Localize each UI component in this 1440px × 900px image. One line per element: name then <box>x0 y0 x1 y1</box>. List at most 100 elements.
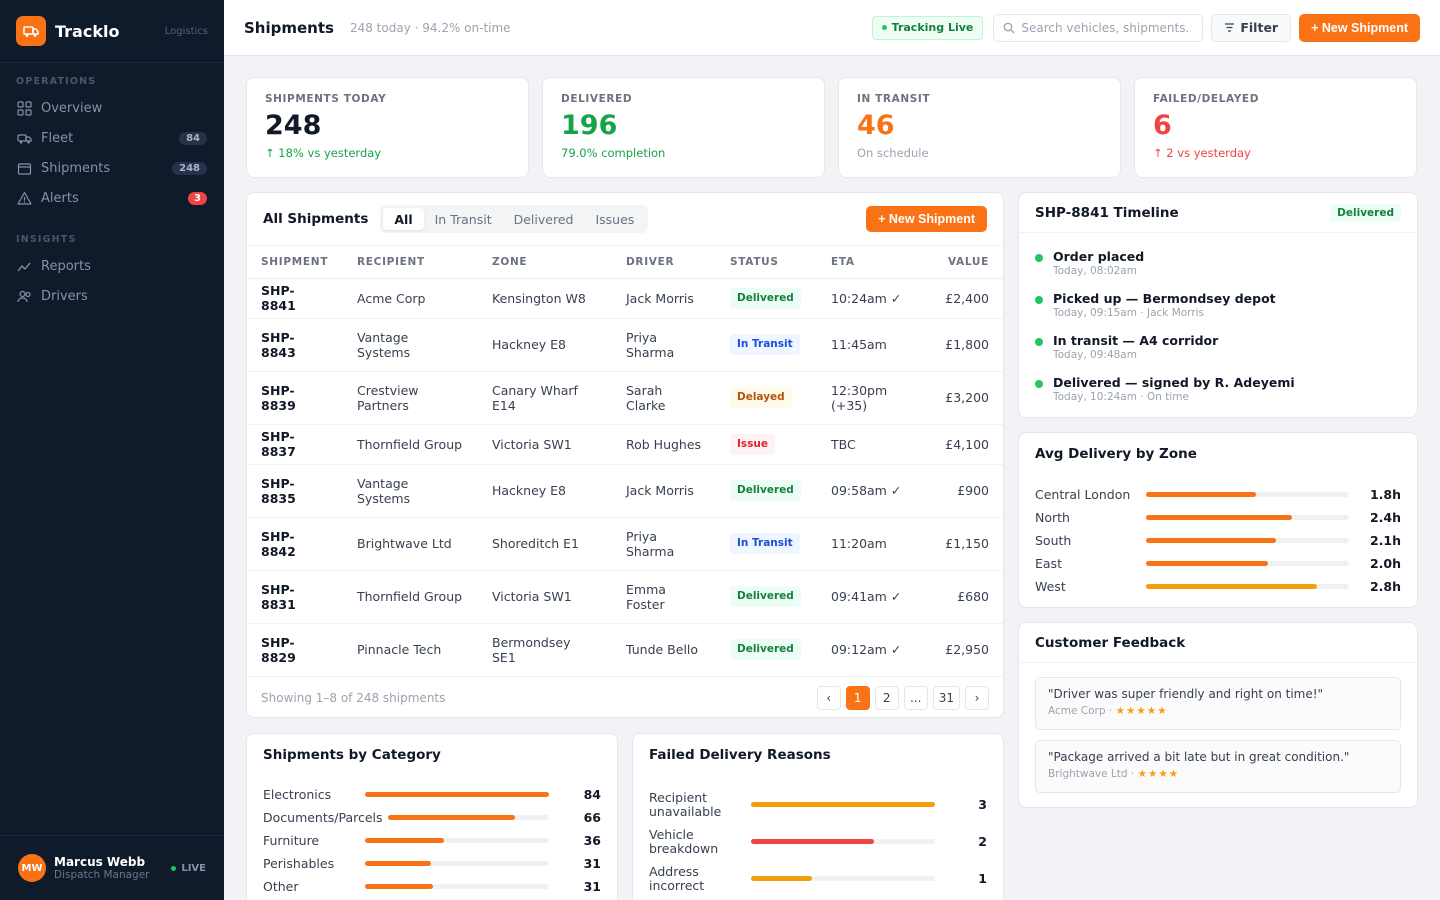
table-row[interactable]: SHP-8841 Acme Corp Kensington W8 Jack Morri… <box>247 278 1003 319</box>
showing-count: Showing 1–8 of 248 shipments <box>261 691 446 705</box>
bar-row: Furniture 36 <box>247 829 617 852</box>
bar-row: Address incorrect 1 <box>633 860 1003 897</box>
new-shipment-card-button[interactable]: + New Shipment <box>866 206 987 232</box>
kpi-failed-delayed: FAILED/DELAYED 6 ↑ 2 vs yesterday <box>1134 77 1417 178</box>
kpi-value: 196 <box>561 110 618 141</box>
page-2-button[interactable]: 2 <box>874 686 899 710</box>
table-row[interactable]: SHP-8843 Vantage Systems Hackney E8 Priya S… <box>247 318 1003 372</box>
bar-value: 2 <box>978 834 987 849</box>
page-31-button[interactable]: 31 <box>932 686 960 710</box>
table-row[interactable]: SHP-8835 Vantage Systems Hackney E8 Jack Mo… <box>247 464 1003 518</box>
table-row[interactable]: SHP-8842 Brightwave Ltd Shoreditch E1 Priya… <box>247 517 1003 571</box>
driver-cell: Tunde Bello <box>612 623 716 677</box>
search-box[interactable] <box>993 13 1204 42</box>
tracking-live-badge[interactable]: Tracking Live <box>871 15 984 40</box>
next-page-button[interactable]: › <box>965 686 989 710</box>
table-row[interactable]: SHP-8839 Crestview Partners Canary Wharf E… <box>247 371 1003 425</box>
nav-item-alerts[interactable]: Alerts 3 <box>0 183 224 213</box>
failed-delivery-reasons-card: Failed Delivery Reasons Recipient unavai… <box>632 733 1004 900</box>
new-shipment-button[interactable]: + New Shipment <box>1299 13 1420 42</box>
recipient-cell: Vantage Systems <box>343 464 478 518</box>
table-row[interactable]: SHP-8831 Thornfield Group Victoria SW1 Emma… <box>247 570 1003 624</box>
kpi-sub: ↑ 18% vs yesterday <box>265 146 382 160</box>
bar-track <box>1146 492 1349 497</box>
bar-fill <box>388 815 516 820</box>
col-header[interactable]: ETA <box>817 246 921 279</box>
nav-item-reports[interactable]: Reports <box>0 251 224 281</box>
brand-tag: Logistics <box>164 25 208 37</box>
nav-label: Fleet <box>41 130 74 146</box>
filter-label: Filter <box>1240 20 1279 35</box>
kpi-value: 6 <box>1153 110 1172 141</box>
bar-label: East <box>1035 555 1062 571</box>
topbar: Shipments 248 today · 94.2% on-time Trac… <box>224 0 1440 56</box>
customer-feedback-card: Customer Feedback "Driver was super frie… <box>1018 622 1418 808</box>
tab-in-transit[interactable]: In Transit <box>424 208 503 230</box>
bar-track <box>1146 538 1349 543</box>
recipient-cell: Acme Corp <box>343 278 478 319</box>
feedback-author: Brightwave Ltd · <box>1048 768 1138 780</box>
users-icon <box>17 290 31 302</box>
filter-button[interactable]: Filter <box>1211 13 1292 42</box>
table-row[interactable]: SHP-8837 Thornfield Group Victoria SW1 Rob … <box>247 424 1003 465</box>
nav-item-fleet[interactable]: Fleet 84 <box>0 123 224 153</box>
kpi-delivered: DELIVERED 196 79.0% completion <box>542 77 825 178</box>
shipments-by-category-card: Shipments by Category Electronics 84 Docum… <box>246 733 618 900</box>
status-badge: Delivered <box>730 480 801 501</box>
nav-item-overview[interactable]: Overview <box>0 93 224 123</box>
sidebar: Tracklo Logistics OPERATIONS Overview Fl… <box>0 0 224 900</box>
kpi-sub: 79.0% completion <box>561 146 666 160</box>
col-header[interactable]: SHIPMENT <box>247 246 343 279</box>
chart-line-icon <box>17 262 31 271</box>
driver-cell: Jack Morris <box>612 464 716 518</box>
status-tabs: All In Transit Delivered Issues <box>380 205 649 233</box>
shipments-count-badge: 248 <box>172 161 207 175</box>
driver-cell: Rob Hughes <box>612 424 716 465</box>
table-row[interactable]: SHP-8829 Pinnacle Tech Bermondsey SE1 Tunde… <box>247 623 1003 677</box>
tab-delivered[interactable]: Delivered <box>503 208 585 230</box>
col-header[interactable]: DRIVER <box>612 246 716 279</box>
user-profile[interactable]: MW Marcus Webb Dispatch Manager LIVE <box>0 835 224 900</box>
col-header[interactable]: RECIPIENT <box>343 246 478 279</box>
prev-page-button[interactable]: ‹ <box>816 686 841 710</box>
status-badge: Delivered <box>730 287 801 309</box>
shipment-id: SHP-8841 <box>247 278 343 319</box>
tab-issues[interactable]: Issues <box>584 208 645 230</box>
event-title: Order placed <box>1053 249 1145 264</box>
bar-row: Electronics 84 <box>247 783 617 806</box>
timeline-card: SHP-8841 Timeline Delivered Order placed… <box>1018 192 1418 418</box>
page-1-button[interactable]: 1 <box>845 686 870 710</box>
bar-label: Central London <box>1035 486 1131 502</box>
bar-fill <box>365 792 549 797</box>
tab-all[interactable]: All <box>383 208 424 230</box>
failed-title: Failed Delivery Reasons <box>649 747 831 763</box>
recipient-cell: Thornfield Group <box>343 424 478 465</box>
star-rating-icon: ★★★★ <box>1137 768 1180 780</box>
nav-item-drivers[interactable]: Drivers <box>0 281 224 311</box>
shipment-id: SHP-8843 <box>247 318 343 372</box>
col-header[interactable]: VALUE <box>921 246 1003 279</box>
col-header[interactable]: STATUS <box>716 246 817 279</box>
col-header[interactable]: ZONE <box>478 246 612 279</box>
nav-label: Reports <box>41 258 91 274</box>
event-meta: Today, 09:48am <box>1053 349 1137 361</box>
timeline-dot <box>1035 338 1043 346</box>
kpi-label: FAILED/DELAYED <box>1153 93 1260 105</box>
search-input[interactable] <box>1021 20 1192 35</box>
shipment-id: SHP-8835 <box>247 464 343 518</box>
zone-cell: Shoreditch E1 <box>478 517 612 571</box>
bar-track <box>365 861 549 866</box>
shipment-id: SHP-8837 <box>247 424 343 465</box>
category-title: Shipments by Category <box>263 747 441 763</box>
nav-item-shipments[interactable]: Shipments 248 <box>0 153 224 183</box>
status-cell: Delivered <box>716 570 817 624</box>
timeline-event: Delivered — signed by R. Adeyemi Today, 1… <box>1019 375 1417 417</box>
driver-cell: Priya Sharma <box>612 517 716 571</box>
recipient-cell: Brightwave Ltd <box>343 517 478 571</box>
bar-row: East 2.0h <box>1019 552 1417 575</box>
eta-cell: 12:30pm (+35) <box>817 371 921 425</box>
bar-row: Perishables 31 <box>247 852 617 875</box>
event-title: In transit — A4 corridor <box>1053 333 1219 348</box>
bar-value: 2.1h <box>1369 533 1401 548</box>
bar-label: South <box>1035 532 1072 548</box>
